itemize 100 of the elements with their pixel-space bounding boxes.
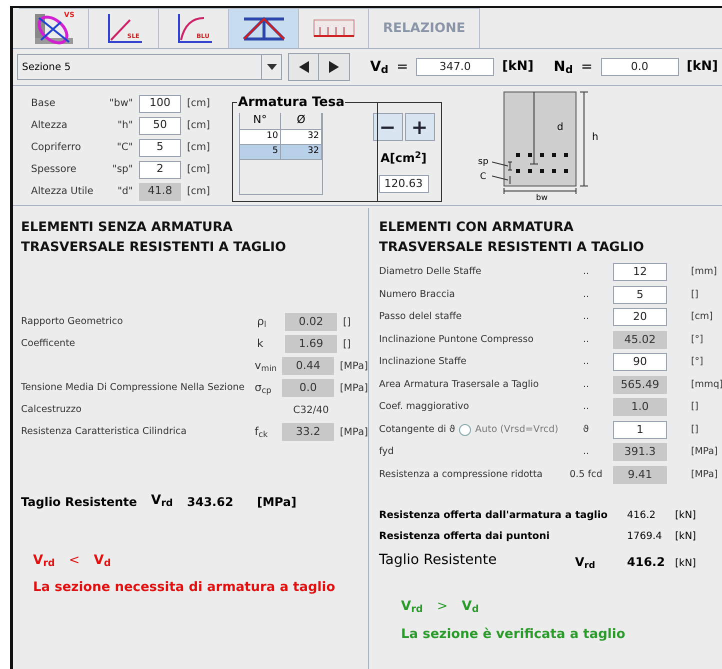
result-label: Taglio Resistente xyxy=(379,551,498,570)
value-field: 0.02 xyxy=(285,313,337,331)
radio-button[interactable] xyxy=(459,424,472,436)
result-value: 343.62 xyxy=(187,494,234,510)
radio-label: Auto (Vrsd=Vrcd) xyxy=(475,422,558,437)
symbol-label: ϑ xyxy=(583,424,589,435)
unit-label: [] xyxy=(343,338,351,352)
field-label: Area Armatura Trasersale a Taglio xyxy=(379,378,539,392)
value-field: 45.02 xyxy=(613,330,667,349)
unit-label: [] xyxy=(343,316,351,330)
value-field[interactable]: 2 xyxy=(139,160,181,178)
result-label: Resistenza offerta dall'armatura a taglio xyxy=(379,509,609,523)
symbol-label: .. xyxy=(582,334,590,345)
symbol-label: 0.5 fcd xyxy=(570,468,602,480)
unit-label: [kN] xyxy=(675,530,696,544)
table-cell: 5 xyxy=(240,145,282,160)
result-value: 416.2 xyxy=(627,509,657,523)
field-label: Altezza Utile xyxy=(31,185,94,199)
symbol-label: .. xyxy=(582,401,590,412)
unit-label: [] xyxy=(691,400,698,414)
field-label: Coef. maggiorativo xyxy=(379,400,470,414)
dimension-label: sp xyxy=(478,156,488,169)
remove-button[interactable]: − xyxy=(372,113,403,141)
tab[interactable] xyxy=(229,8,299,48)
symbol-label: v$_{min}$ xyxy=(254,358,277,372)
value-field: 565.49 xyxy=(613,376,667,394)
value-label: C32/40 xyxy=(292,404,330,418)
value-field[interactable]: 5 xyxy=(613,286,667,304)
next-button[interactable] xyxy=(319,54,350,80)
field-label: Inclinazione Staffe xyxy=(379,355,466,370)
symbol-label: .. xyxy=(582,378,590,390)
area-label: A[cm$^{2}$] xyxy=(380,150,427,167)
value-field[interactable]: 12 xyxy=(613,263,667,282)
unit-label: [°] xyxy=(691,332,704,347)
symbol-label: V$_{rd}$ xyxy=(33,552,55,570)
table-row[interactable]: 5 32 xyxy=(240,145,322,160)
field-label: Rapporto Geometrico xyxy=(21,316,123,328)
symbol-label: .. xyxy=(582,288,590,300)
force-symbol: V$_{d}$ xyxy=(370,58,388,78)
symbol-label: V$_{d}$ xyxy=(94,552,111,570)
result-value: 416.2 xyxy=(627,554,666,571)
field-label: Passo delel staffe xyxy=(379,310,462,324)
unit-label: [cm] xyxy=(187,141,210,155)
field-label: Spessore xyxy=(31,163,78,177)
field-label: Base xyxy=(31,97,56,111)
unit-label: [kN] xyxy=(675,509,696,523)
force-field[interactable]: 0.0 xyxy=(600,58,679,76)
unit-label: [] xyxy=(691,422,698,437)
value-field[interactable]: 90 xyxy=(613,353,667,372)
unit-label: [] xyxy=(691,288,698,302)
result-label: Taglio Resistente xyxy=(21,494,138,510)
symbol-label: V$_{rd}$ xyxy=(575,555,596,569)
leader-line xyxy=(492,160,510,182)
dimension-label: d xyxy=(557,121,564,135)
unit-label: [MPa] xyxy=(257,494,296,510)
unit-label: [MPa] xyxy=(691,445,718,460)
add-button[interactable]: + xyxy=(404,113,435,141)
value-field: 391.3 xyxy=(613,443,667,462)
force-field[interactable]: 347.0 xyxy=(416,58,494,76)
equals-sign: = xyxy=(580,58,593,76)
next-icon xyxy=(329,61,340,73)
value-field[interactable]: 50 xyxy=(139,116,181,134)
unit-label: [kN] xyxy=(686,58,718,76)
symbol-label: .. xyxy=(582,356,590,368)
value-field[interactable]: 20 xyxy=(613,308,667,326)
tab[interactable] xyxy=(299,8,369,48)
section-heading: TRASVERSALE RESISTENTI A TAGLIO xyxy=(379,238,646,256)
result-value: 1769.4 xyxy=(627,530,663,544)
field-label: Calcestruzzo xyxy=(21,404,82,416)
unit-label: [MPa] xyxy=(340,360,368,374)
table-row[interactable]: 10 32 xyxy=(240,130,322,145)
symbol-label: V$_{d}$ xyxy=(462,598,479,616)
section-dropdown[interactable]: Sezione 5 xyxy=(17,54,282,80)
unit-label: [MPa] xyxy=(340,426,368,440)
symbol-label: "bw" xyxy=(108,97,134,111)
field-label: Tensione Media Di Compressione Nella Sezione xyxy=(21,382,245,394)
unit-label: [cm] xyxy=(187,185,210,199)
symbol-label: "h" xyxy=(116,119,134,133)
value-field[interactable]: 1 xyxy=(613,420,667,439)
unit-label: [cm] xyxy=(187,119,210,133)
section-heading: ELEMENTI SENZA ARMATURA xyxy=(21,219,234,237)
previous-button[interactable] xyxy=(289,54,320,80)
table-cell: 32 xyxy=(281,145,322,160)
dimension-label: h xyxy=(592,131,598,145)
symbol-label: ρ$_{l}$ xyxy=(257,314,266,328)
verdict-message: La sezione necessita di armatura a taglio xyxy=(33,579,336,597)
equals-sign: = xyxy=(396,58,408,76)
value-field[interactable]: 100 xyxy=(139,94,181,112)
field-label: Copriferro xyxy=(31,141,82,155)
field-label: Diametro Delle Staffe xyxy=(379,265,482,280)
comparison-sign: < xyxy=(68,552,80,570)
field-label: Inclinazione Puntone Compresso xyxy=(379,332,534,347)
dimension-label: bw xyxy=(536,194,548,202)
area-field[interactable]: 120.63 xyxy=(378,175,429,193)
unit-label: [MPa] xyxy=(340,382,368,396)
value-field: 9.41 xyxy=(613,466,667,484)
field-label: Resistenza Caratteristica Cilindrica xyxy=(21,426,187,438)
value-field[interactable]: 5 xyxy=(139,138,181,156)
unit-label: [cm] xyxy=(691,310,713,324)
value-field: 41.8 xyxy=(139,182,181,200)
